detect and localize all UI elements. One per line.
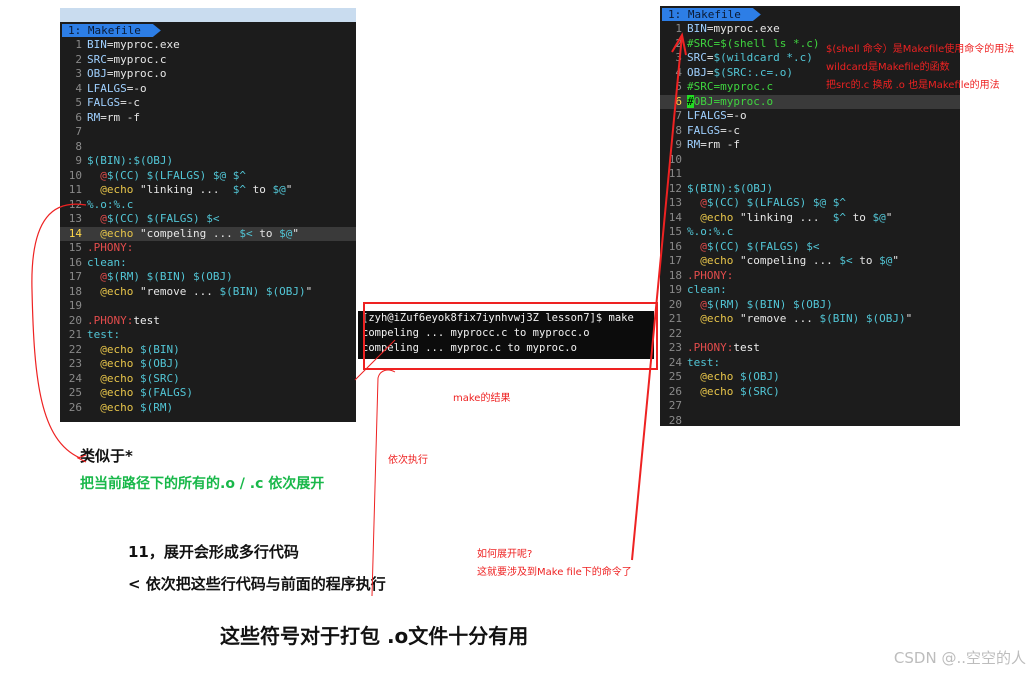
seq-exec-line xyxy=(371,369,396,597)
shell-highlight-box xyxy=(363,302,658,370)
shell-link-line xyxy=(354,339,396,381)
bracket-curve xyxy=(31,203,87,459)
annotation-overlay xyxy=(31,32,687,597)
long-arrow-head xyxy=(671,32,687,56)
arrow-to-similar xyxy=(76,454,87,463)
long-arrow xyxy=(631,34,683,561)
